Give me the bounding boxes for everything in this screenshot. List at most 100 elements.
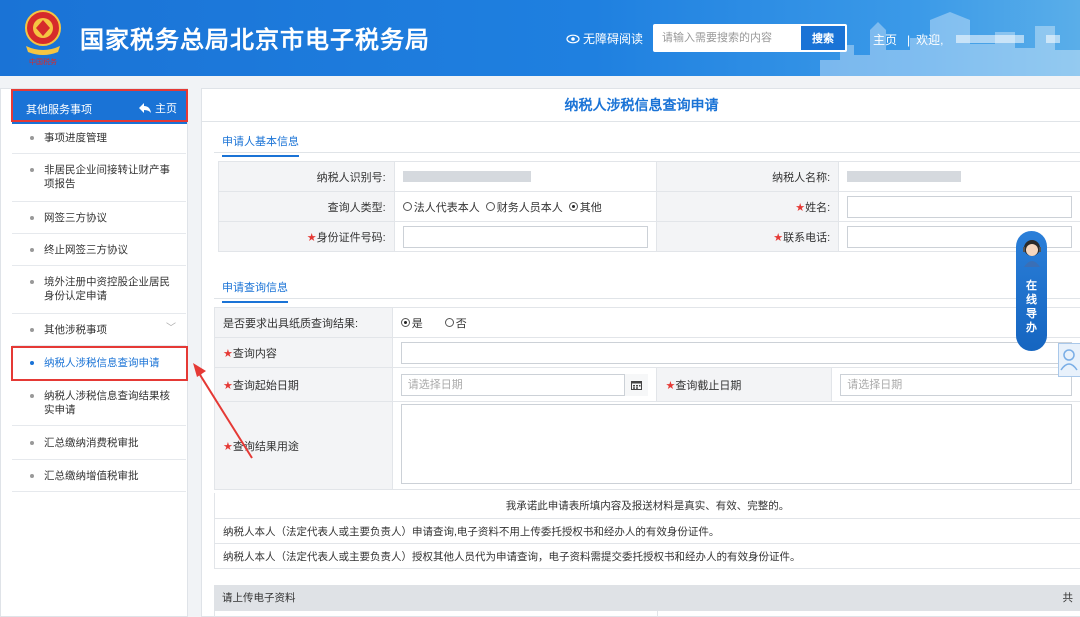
sidebar-item-label: 非居民企业间接转让财产事项报告 <box>44 164 170 190</box>
chevron-down-icon: ﹀ <box>166 323 176 334</box>
welcome-text: 欢迎, <box>916 33 944 47</box>
purpose-textarea[interactable] <box>400 404 1072 484</box>
main-panel: 纳税人涉税信息查询申请 申请人基本信息 纳税人识别号: 纳税人名称: 查询人类型… <box>201 88 1080 617</box>
end-date-input[interactable] <box>840 373 1072 396</box>
tab-query-info[interactable]: 申请查询信息 <box>222 279 288 303</box>
name-cell <box>838 191 1080 222</box>
online-guide-widget[interactable]: 在 线 导 办 <box>1016 231 1047 351</box>
bullet-dot <box>30 280 34 284</box>
site-title: 国家税务总局北京市电子税务局 <box>80 26 430 54</box>
emblem-caption: 中国税务 <box>29 57 57 66</box>
radio-circle <box>485 202 495 211</box>
query-content-input[interactable] <box>400 341 1072 364</box>
sidebar-item-terminate-agreement[interactable]: 终止网签三方协议 <box>12 234 186 266</box>
welcome-area: | 欢迎, <box>907 31 943 48</box>
end-date-label-text: 查询截止日期 <box>675 379 742 392</box>
radio-circle <box>402 202 412 211</box>
radio-label: 其他 <box>579 201 602 214</box>
masked-taxpayer-id <box>402 171 531 183</box>
section-divider <box>214 152 1080 153</box>
note-authorized-query: 纳税人本人（法定代表人或主要负责人）授权其他人员代为申请查询，电子资料需提交委托… <box>214 544 1080 569</box>
id-number-input[interactable] <box>402 225 649 248</box>
sidebar-item-tripartite-agreement[interactable]: 网签三方协议 <box>12 202 186 234</box>
sidebar-item-other-tax-matters[interactable]: 其他涉税事项 ﹀ <box>12 314 186 346</box>
bullet-dot <box>30 328 34 332</box>
bullet-dot <box>30 248 34 252</box>
assistant-avatar-icon <box>1023 240 1041 267</box>
upload-divider <box>657 611 658 617</box>
masked-taxpayer-name <box>847 171 962 183</box>
bullet-dot <box>30 136 34 140</box>
id-number-label-text: 身份证件号码: <box>316 231 386 244</box>
sidebar-item-label: 终止网签三方协议 <box>44 244 128 256</box>
search-button[interactable]: 搜索 <box>801 26 845 50</box>
guide-char: 线 <box>1026 294 1037 306</box>
start-date-input[interactable] <box>400 373 649 396</box>
taxpayer-id-label: 纳税人识别号: <box>218 161 395 192</box>
guide-char: 导 <box>1026 308 1037 320</box>
sidebar-item-progress[interactable]: 事项进度管理 <box>12 122 186 154</box>
eye-icon <box>566 34 580 43</box>
radio-other[interactable]: 其他 <box>568 199 602 215</box>
upload-section-header: 请上传电子资料 共 <box>214 585 1080 611</box>
guide-char: 在 <box>1026 280 1037 292</box>
upload-label: 请上传电子资料 <box>222 592 296 604</box>
home-link[interactable]: 主页 <box>873 31 897 48</box>
sidebar-item-resident-identity[interactable]: 境外注册中资控股企业居民身份认定申请 <box>12 266 186 314</box>
radio-finance-staff[interactable]: 财务人员本人 <box>485 199 563 215</box>
sidebar-item-nonresident-transfer[interactable]: 非居民企业间接转让财产事项报告 <box>12 154 186 202</box>
bullet-dot <box>30 168 34 172</box>
tab-applicant-info[interactable]: 申请人基本信息 <box>222 133 299 157</box>
guide-char: 办 <box>1026 322 1037 334</box>
search-input[interactable] <box>654 25 802 51</box>
taxpayer-name-label: 纳税人名称: <box>656 161 840 192</box>
online-guide-label: 在 线 导 办 <box>1016 279 1047 335</box>
taxpayer-name-value <box>838 161 1080 192</box>
radio-label: 是 <box>411 317 423 330</box>
name-input[interactable] <box>847 195 1072 218</box>
query-content-label-text: 查询内容 <box>232 347 277 360</box>
top-header: 中国税务 国家税务总局北京市电子税务局 无障碍阅读 搜索 主页 | 欢迎, <box>0 0 1080 76</box>
radio-label: 否 <box>455 317 467 330</box>
id-number-label: ★身份证件号码: <box>218 221 395 252</box>
customer-service-tab[interactable] <box>1058 343 1080 377</box>
sidebar-item-query-result-verify[interactable]: 纳税人涉税信息查询结果核实申请 <box>12 380 186 426</box>
radio-paper-no[interactable]: 否 <box>444 315 467 331</box>
purpose-label: ★查询结果用途 <box>214 401 393 490</box>
sidebar-item-label: 汇总缴纳增值税审批 <box>44 470 139 482</box>
masked-username-suffix <box>1046 35 1060 43</box>
purpose-label-text: 查询结果用途 <box>232 440 299 453</box>
query-content-cell <box>391 337 1080 368</box>
query-type-label: 查询人类型: <box>218 191 395 222</box>
bullet-dot <box>30 394 34 398</box>
calendar-icon[interactable] <box>624 373 649 396</box>
id-number-cell <box>393 221 658 252</box>
applicant-info-table: 纳税人识别号: 纳税人名称: 查询人类型: 法人代表本人 财务人员本人 其他 ★姓名… <box>218 161 1080 252</box>
skyline-decoration <box>820 12 1080 76</box>
masked-username <box>956 35 1024 43</box>
sidebar-item-consumption-tax[interactable]: 汇总缴纳消费税审批 <box>12 426 186 460</box>
sidebar-item-vat[interactable]: 汇总缴纳增值税审批 <box>12 460 186 492</box>
radio-circle-selected <box>568 202 578 211</box>
page-title: 纳税人涉税信息查询申请 <box>202 89 1080 122</box>
required-mark: ★ <box>223 347 233 360</box>
start-date-picker <box>400 373 649 396</box>
accessibility-link[interactable]: 无障碍阅读 <box>566 30 643 47</box>
header-separator: | <box>907 33 911 47</box>
required-mark: ★ <box>306 231 317 244</box>
radio-circle-selected <box>400 318 410 327</box>
highlight-box-active-item <box>11 346 188 381</box>
note-self-query: 纳税人本人（法定代表人或主要负责人）申请查询,电子资料不用上传委托授权书和经办人… <box>214 519 1080 544</box>
required-mark: ★ <box>795 201 806 214</box>
sidebar-item-label: 汇总缴纳消费税审批 <box>44 437 139 449</box>
radio-label: 财务人员本人 <box>496 201 563 214</box>
radio-label: 法人代表本人 <box>413 201 480 214</box>
start-date-label: ★查询起始日期 <box>214 367 393 402</box>
phone-label: ★联系电话: <box>656 221 840 252</box>
taxpayer-id-value <box>393 161 658 192</box>
purpose-cell <box>391 401 1080 490</box>
radio-paper-yes[interactable]: 是 <box>400 315 423 331</box>
radio-legal-rep[interactable]: 法人代表本人 <box>402 199 480 215</box>
paper-result-label: 是否要求出具纸质查询结果: <box>214 307 393 338</box>
person-icon <box>1060 349 1078 371</box>
